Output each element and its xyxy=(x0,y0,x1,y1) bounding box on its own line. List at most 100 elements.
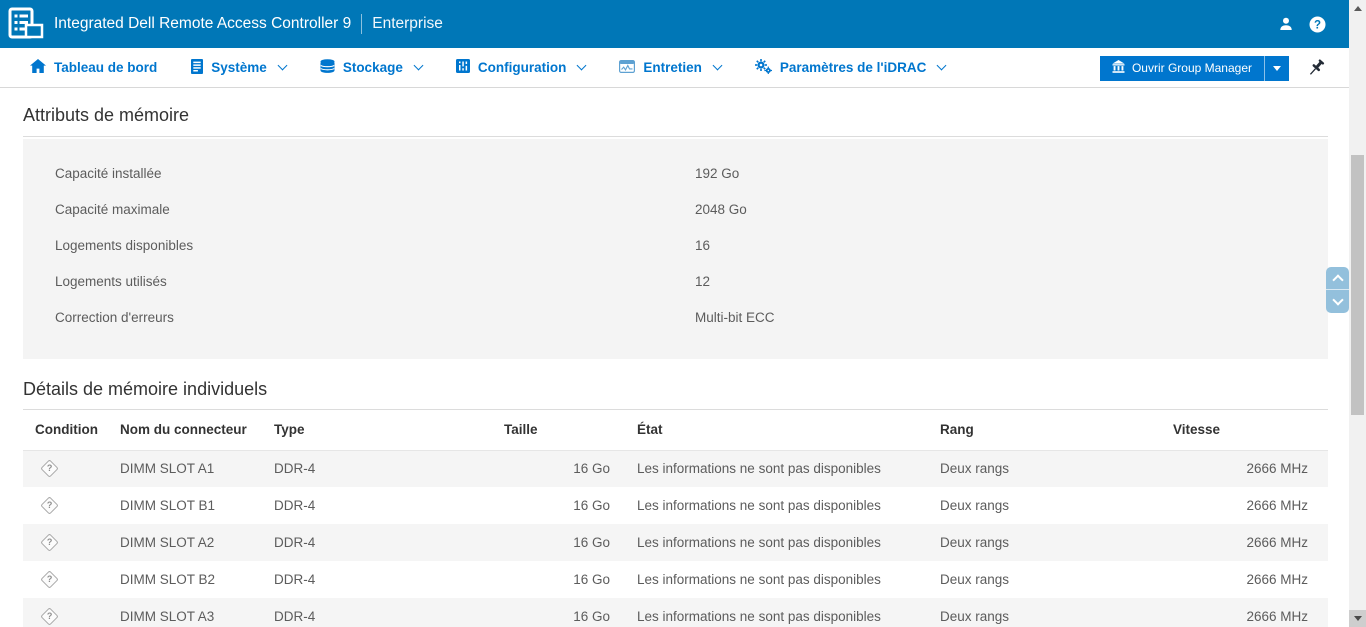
scrollbar-thumb[interactable] xyxy=(1351,155,1364,415)
attribute-value: 12 xyxy=(695,274,710,289)
chevron-down-icon xyxy=(277,61,287,71)
vertical-scrollbar[interactable] xyxy=(1349,0,1366,627)
chevron-down-icon xyxy=(413,61,423,71)
home-icon xyxy=(30,59,46,76)
cell-rank: Deux rangs xyxy=(940,487,1173,524)
attribute-label: Capacité maximale xyxy=(23,202,695,217)
cell-size: 16 Go xyxy=(504,561,610,598)
cell-rank: Deux rangs xyxy=(940,450,1173,487)
cell-state: Les informations ne sont pas disponibles xyxy=(610,487,940,524)
cell-type: DDR-4 xyxy=(274,524,504,561)
help-icon[interactable]: ? xyxy=(1309,16,1326,33)
chevron-down-icon xyxy=(937,61,947,71)
main-nav: Tableau de bord Système Stockage xyxy=(0,48,1349,88)
attribute-label: Correction d'erreurs xyxy=(23,310,695,325)
attribute-row: Capacité installée 192 Go xyxy=(23,155,1328,191)
cell-rank: Deux rangs xyxy=(940,524,1173,561)
gears-icon xyxy=(755,59,772,77)
scroll-up-button[interactable] xyxy=(1326,267,1349,290)
unknown-status-icon: ? xyxy=(40,533,58,551)
chevron-down-icon xyxy=(577,61,587,71)
cell-type: DDR-4 xyxy=(274,561,504,598)
attribute-label: Logements utilisés xyxy=(23,274,695,289)
memory-attributes-title: Attributs de mémoire xyxy=(23,105,1328,126)
cell-speed: 2666 MHz xyxy=(1173,561,1328,598)
attribute-row: Capacité maximale 2048 Go xyxy=(23,191,1328,227)
svg-text:?: ? xyxy=(1314,19,1321,31)
unknown-status-icon: ? xyxy=(40,496,58,514)
nav-label: Système xyxy=(211,60,267,75)
cell-type: DDR-4 xyxy=(274,450,504,487)
chevron-down-icon xyxy=(712,61,722,71)
nav-label: Tableau de bord xyxy=(54,60,157,75)
memory-details-title: Détails de mémoire individuels xyxy=(23,379,1328,400)
memory-attributes-panel: Capacité installée 192 Go Capacité maxim… xyxy=(23,139,1328,359)
triangle-up-icon xyxy=(1354,6,1362,11)
attribute-row: Correction d'erreurs Multi-bit ECC xyxy=(23,299,1328,335)
memory-details-table: Condition Nom du connecteur Type Taille … xyxy=(23,410,1328,627)
cell-connector: DIMM SLOT B2 xyxy=(120,561,274,598)
cell-connector: DIMM SLOT A1 xyxy=(120,450,274,487)
attribute-label: Capacité installée xyxy=(23,166,695,181)
cell-state: Les informations ne sont pas disponibles xyxy=(610,598,940,627)
nav-item-dashboard[interactable]: Tableau de bord xyxy=(30,59,157,76)
group-manager-dropdown-toggle[interactable] xyxy=(1264,56,1289,81)
nav-label: Entretien xyxy=(643,60,702,75)
cell-size: 16 Go xyxy=(504,487,610,524)
cell-type: DDR-4 xyxy=(274,598,504,627)
column-header-type: Type xyxy=(274,410,504,450)
cell-state: Les informations ne sont pas disponibles xyxy=(610,450,940,487)
column-header-size: Taille xyxy=(504,410,610,450)
cell-type: DDR-4 xyxy=(274,487,504,524)
unknown-status-icon: ? xyxy=(40,570,58,588)
caret-down-icon xyxy=(1273,66,1281,71)
system-icon xyxy=(191,59,203,77)
cell-connector: DIMM SLOT A2 xyxy=(120,524,274,561)
scrollbar-down-button[interactable] xyxy=(1349,610,1366,627)
column-header-state: État xyxy=(610,410,940,450)
nav-item-configuration[interactable]: Configuration xyxy=(456,59,585,76)
nav-item-maintenance[interactable]: Entretien xyxy=(619,60,721,76)
nav-item-system[interactable]: Système xyxy=(191,59,286,77)
table-row: ? DIMM SLOT A3 DDR-4 16 Go Les informati… xyxy=(23,598,1328,627)
attribute-value: 2048 Go xyxy=(695,202,747,217)
table-row: ? DIMM SLOT B2 DDR-4 16 Go Les informati… xyxy=(23,561,1328,598)
scroll-down-button[interactable] xyxy=(1326,290,1349,313)
cell-size: 16 Go xyxy=(504,598,610,627)
attribute-row: Logements disponibles 16 xyxy=(23,227,1328,263)
cell-rank: Deux rangs xyxy=(940,561,1173,598)
cell-rank: Deux rangs xyxy=(940,598,1173,627)
column-header-connector: Nom du connecteur xyxy=(120,410,274,450)
cell-connector: DIMM SLOT B1 xyxy=(120,487,274,524)
chevron-up-icon xyxy=(1332,274,1343,285)
pin-icon[interactable] xyxy=(1306,58,1326,78)
chevron-down-icon xyxy=(1332,294,1343,305)
column-header-rank: Rang xyxy=(940,410,1173,450)
group-manager-label: Ouvrir Group Manager xyxy=(1132,61,1252,75)
group-manager-icon xyxy=(1112,60,1125,76)
attribute-label: Logements disponibles xyxy=(23,238,695,253)
triangle-down-icon xyxy=(1354,616,1362,621)
server-logo-icon xyxy=(8,7,44,41)
scrollbar-up-button[interactable] xyxy=(1349,0,1366,17)
column-header-speed: Vitesse xyxy=(1173,410,1328,450)
open-group-manager-button[interactable]: Ouvrir Group Manager xyxy=(1100,56,1264,81)
table-header-row: Condition Nom du connecteur Type Taille … xyxy=(23,410,1328,450)
column-header-condition: Condition xyxy=(23,410,120,450)
app-title: Integrated Dell Remote Access Controller… xyxy=(54,15,351,33)
nav-label: Configuration xyxy=(478,60,566,75)
edition-label: Enterprise xyxy=(372,15,443,33)
configuration-icon xyxy=(456,59,470,76)
nav-item-storage[interactable]: Stockage xyxy=(320,59,422,76)
table-row: ? DIMM SLOT A2 DDR-4 16 Go Les informati… xyxy=(23,524,1328,561)
page-scroll-widget xyxy=(1326,267,1349,313)
user-icon[interactable] xyxy=(1278,16,1294,32)
cell-size: 16 Go xyxy=(504,524,610,561)
nav-item-idrac-settings[interactable]: Paramètres de l'iDRAC xyxy=(755,59,946,77)
nav-label: Stockage xyxy=(343,60,403,75)
cell-state: Les informations ne sont pas disponibles xyxy=(610,561,940,598)
cell-speed: 2666 MHz xyxy=(1173,524,1328,561)
attribute-value: 16 xyxy=(695,238,710,253)
cell-speed: 2666 MHz xyxy=(1173,487,1328,524)
unknown-status-icon: ? xyxy=(40,460,58,478)
